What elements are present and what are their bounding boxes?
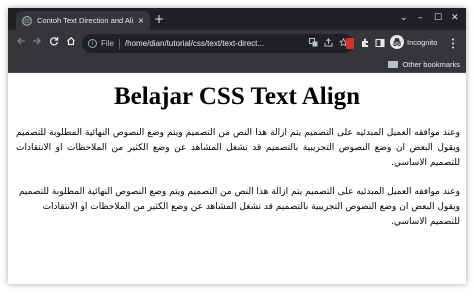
- page-title: Belajar CSS Text Align: [113, 83, 361, 110]
- browser-window: Contoh Text Direction and Ali × + ⌄ – ☐ …: [8, 8, 466, 284]
- new-tab-button[interactable]: +: [154, 13, 164, 25]
- close-window-button[interactable]: ✕: [451, 12, 459, 24]
- back-icon[interactable]: [14, 36, 28, 50]
- page-content: Belajar CSS Text Align وعند موافقه العمي…: [8, 73, 466, 284]
- translate-icon[interactable]: [309, 38, 318, 49]
- tab-active[interactable]: Contoh Text Direction and Ali ×: [16, 11, 150, 30]
- tab-close-icon[interactable]: ×: [136, 16, 146, 25]
- menu-icon[interactable]: [451, 38, 455, 53]
- profile-label: Incognito: [407, 37, 438, 47]
- tab-search-icon[interactable]: ⌄: [400, 12, 408, 24]
- address-bar[interactable]: i File /home/dian/tutorial/css/text/text…: [82, 34, 354, 53]
- sidepanel-icon[interactable]: [375, 38, 385, 52]
- home-icon[interactable]: [64, 36, 78, 50]
- paragraph-right: وعند موافقه العميل المبدئيه على التصميم …: [18, 187, 460, 227]
- other-bookmarks[interactable]: Other bookmarks: [388, 60, 460, 69]
- tab-strip: Contoh Text Direction and Ali × + ⌄ – ☐ …: [8, 8, 466, 30]
- incognito-icon: [390, 35, 404, 49]
- folder-icon: [388, 61, 399, 68]
- globe-icon: [22, 15, 32, 26]
- bookmarks-bar: Other bookmarks: [8, 57, 466, 73]
- other-bookmarks-label: Other bookmarks: [402, 60, 460, 69]
- scheme-label: File: [101, 39, 114, 48]
- maximize-button[interactable]: ☐: [434, 12, 442, 24]
- extension-icon[interactable]: [346, 38, 354, 49]
- paragraph-justify: وعند موافقه العميل المبدئيه على التصميم …: [16, 128, 460, 168]
- omnibox-divider: [118, 38, 120, 49]
- tab-title: Contoh Text Direction and Ali: [37, 16, 134, 25]
- puzzle-icon[interactable]: [360, 38, 370, 52]
- url-text[interactable]: /home/dian/tutorial/css/text/text-direct…: [125, 39, 303, 48]
- reload-icon[interactable]: [47, 36, 61, 50]
- share-icon[interactable]: [324, 38, 333, 49]
- toolbar: i File /home/dian/tutorial/css/text/text…: [8, 30, 466, 57]
- minimize-button[interactable]: –: [418, 12, 423, 24]
- profile-button[interactable]: Incognito: [390, 35, 437, 49]
- info-icon[interactable]: i: [88, 39, 97, 48]
- forward-icon[interactable]: [30, 36, 44, 50]
